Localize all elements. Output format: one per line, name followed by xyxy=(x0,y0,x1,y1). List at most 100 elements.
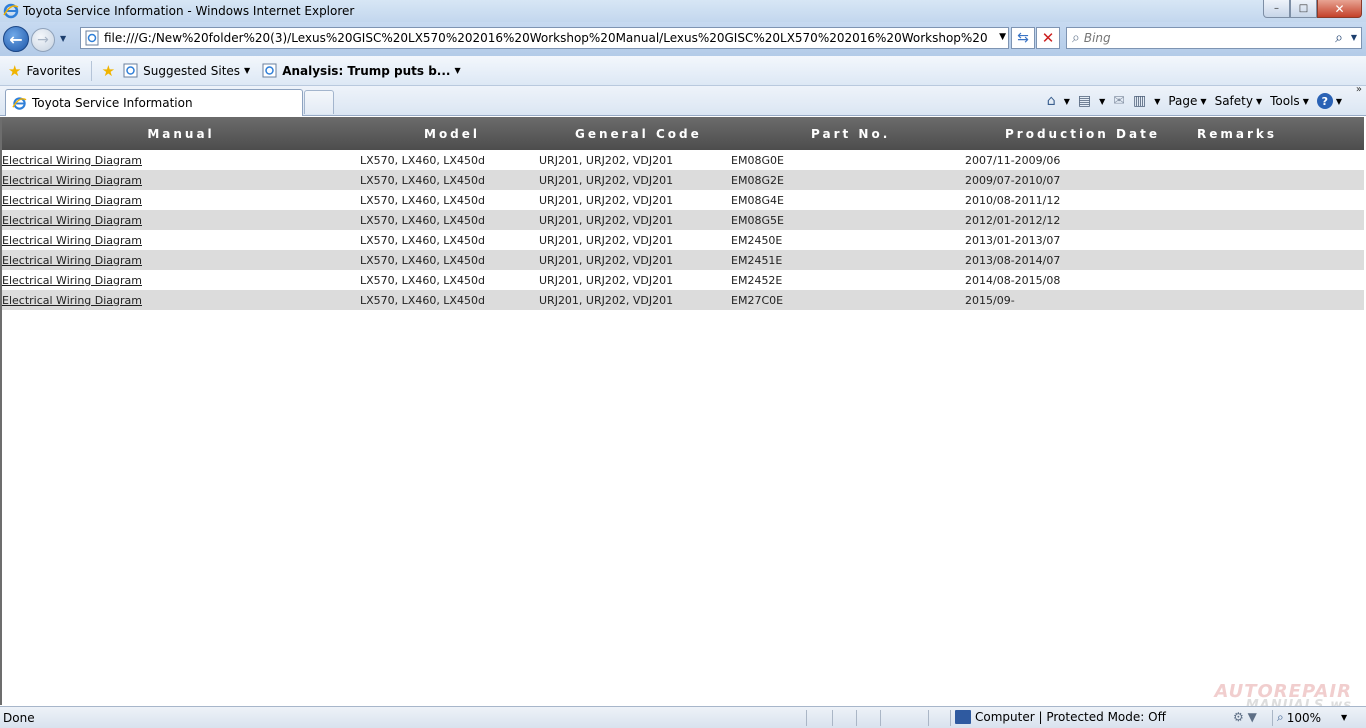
manual-link[interactable]: Electrical Wiring Diagram xyxy=(2,274,142,287)
manual-link[interactable]: Electrical Wiring Diagram xyxy=(2,294,142,307)
favorites-bar: ★ Favorites ★ Suggested Sites ▼ Analysis… xyxy=(0,56,1366,86)
tools-menu-label: Tools xyxy=(1270,94,1300,108)
rss-icon: ▤ xyxy=(1077,93,1092,109)
recent-pages-dropdown-icon[interactable]: ▼ xyxy=(60,34,66,43)
part-no-cell: EM2450E xyxy=(731,233,783,247)
manuals-table: Manual Model General Code Part No. Produ… xyxy=(2,117,1364,310)
manual-cell: Electrical Wiring Diagram xyxy=(2,270,360,290)
manual-link[interactable]: Electrical Wiring Diagram xyxy=(2,214,142,227)
maximize-button[interactable]: □ xyxy=(1290,0,1317,18)
safety-menu[interactable]: Safety ▼ xyxy=(1215,94,1263,108)
table-row: Electrical Wiring Diagram LX570, LX460, L… xyxy=(2,170,1364,190)
zoom-control[interactable]: ⌕ 100% ▼ xyxy=(1277,710,1347,725)
column-header-production-date: Production Date xyxy=(1005,126,1160,141)
production-date-cell: 2010/08-2011/12 xyxy=(965,193,1061,207)
stop-icon[interactable]: ✕ xyxy=(1036,27,1060,49)
model-cell: LX570, LX460, LX450d xyxy=(360,233,485,247)
favorites-label: Favorites xyxy=(26,63,81,78)
navigation-bar: ← → ▼ file:///G:/New%20folder%20(3)/Lexu… xyxy=(0,22,1366,56)
read-mail-button[interactable]: ✉ xyxy=(1113,93,1125,109)
production-date-cell: 2012/01-2012/12 xyxy=(965,213,1061,227)
home-button[interactable]: ⌂ ▼ xyxy=(1047,93,1070,109)
ie-page-icon xyxy=(262,63,277,78)
chevron-down-icon: ▼ xyxy=(1200,96,1207,106)
status-separator xyxy=(928,710,929,726)
table-row: Electrical Wiring Diagram LX570, LX460, L… xyxy=(2,150,1364,170)
tab-row: Toyota Service Information ⌂ ▼ ▤ ▼ ✉ ▥ ▼… xyxy=(0,84,1366,116)
address-url[interactable]: file:///G:/New%20folder%20(3)/Lexus%20GI… xyxy=(104,31,987,45)
table-row: Electrical Wiring Diagram LX570, LX460, L… xyxy=(2,230,1364,250)
forward-arrow-icon[interactable]: → xyxy=(31,28,55,52)
search-box[interactable]: ⌕ ⌕ ▼ xyxy=(1066,27,1362,49)
remarks-cell xyxy=(1187,210,1364,230)
chevron-down-icon: ▼ xyxy=(454,66,461,75)
help-icon: ? xyxy=(1316,93,1333,109)
mail-icon: ✉ xyxy=(1113,93,1125,109)
remarks-cell xyxy=(1187,270,1364,290)
search-options-dropdown-icon[interactable]: ▼ xyxy=(1351,33,1357,42)
print-button[interactable]: ▥ ▼ xyxy=(1133,93,1160,109)
suggested-sites-link[interactable]: Suggested Sites ▼ xyxy=(119,60,254,82)
production-date-cell: 2013/08-2014/07 xyxy=(965,253,1061,267)
manual-cell: Electrical Wiring Diagram xyxy=(2,170,360,190)
part-no-cell: EM08G2E xyxy=(731,173,784,187)
address-dropdown-icon[interactable]: ▼ xyxy=(999,32,1006,42)
web-slice-link[interactable]: Analysis: Trump puts b... ▼ xyxy=(258,60,464,82)
remarks-cell xyxy=(1187,290,1364,310)
help-menu[interactable]: ? ▼ xyxy=(1316,93,1342,109)
refresh-icon[interactable]: ⇆ xyxy=(1011,27,1035,49)
chevron-down-icon: ▼ xyxy=(1099,96,1106,106)
remarks-cell xyxy=(1187,190,1364,210)
add-favorite-star-icon: ★ xyxy=(101,61,116,80)
manual-link[interactable]: Electrical Wiring Diagram xyxy=(2,234,142,247)
security-status-icon[interactable]: ⚙ ▼ xyxy=(1233,710,1257,724)
add-to-favorites-button[interactable]: ★ xyxy=(98,60,119,82)
status-separator xyxy=(856,710,857,726)
search-icon: ⌕ xyxy=(1072,30,1080,46)
general-code-cell: URJ201, URJ202, VDJ201 xyxy=(539,273,674,287)
back-arrow-icon[interactable]: ← xyxy=(3,26,29,52)
chevron-down-icon: ▼ xyxy=(1302,96,1309,106)
model-cell: LX570, LX460, LX450d xyxy=(360,173,485,187)
new-tab-button[interactable] xyxy=(304,90,334,114)
general-code-cell: URJ201, URJ202, VDJ201 xyxy=(539,173,674,187)
manual-cell: Electrical Wiring Diagram xyxy=(2,230,360,250)
safety-menu-label: Safety xyxy=(1214,94,1253,108)
manual-link[interactable]: Electrical Wiring Diagram xyxy=(2,154,142,167)
manual-cell: Electrical Wiring Diagram xyxy=(2,150,360,170)
zoom-level: 100% xyxy=(1286,710,1322,725)
status-separator xyxy=(1272,710,1273,726)
production-date-cell: 2014/08-2015/08 xyxy=(965,273,1061,287)
close-button[interactable]: ✕ xyxy=(1317,0,1362,18)
address-bar[interactable]: file:///G:/New%20folder%20(3)/Lexus%20GI… xyxy=(80,27,1009,49)
general-code-cell: URJ201, URJ202, VDJ201 xyxy=(539,233,674,247)
part-no-cell: EM2451E xyxy=(731,253,783,267)
tab-toyota-service-information[interactable]: Toyota Service Information xyxy=(5,89,303,116)
feeds-button[interactable]: ▤ ▼ xyxy=(1078,93,1105,109)
window-title-bar: Toyota Service Information - Windows Int… xyxy=(0,0,1366,22)
manual-link[interactable]: Electrical Wiring Diagram xyxy=(2,254,142,267)
page-menu[interactable]: Page ▼ xyxy=(1168,94,1206,108)
security-zone[interactable]: Computer | Protected Mode: Off xyxy=(955,710,1166,724)
favorites-button[interactable]: ★ Favorites xyxy=(4,60,85,82)
search-input[interactable] xyxy=(1083,31,1314,45)
model-cell: LX570, LX460, LX450d xyxy=(360,153,485,167)
general-code-cell: URJ201, URJ202, VDJ201 xyxy=(539,213,674,227)
manual-link[interactable]: Electrical Wiring Diagram xyxy=(2,174,142,187)
more-commands-chevron-icon[interactable]: » xyxy=(1356,84,1362,95)
chevron-down-icon: ▼ xyxy=(1341,713,1348,722)
search-go-icon[interactable]: ⌕ xyxy=(1335,30,1343,46)
production-date-cell: 2007/11-2009/06 xyxy=(965,153,1061,167)
tools-menu[interactable]: Tools ▼ xyxy=(1270,94,1309,108)
favorites-separator xyxy=(90,60,92,81)
chevron-down-icon: ▼ xyxy=(1335,96,1342,106)
status-separator xyxy=(806,710,807,726)
model-cell: LX570, LX460, LX450d xyxy=(360,293,485,307)
table-header-row: Manual Model General Code Part No. Produ… xyxy=(2,117,1364,150)
production-date-cell: 2013/01-2013/07 xyxy=(965,233,1061,247)
page-icon xyxy=(85,30,99,46)
window-title: Toyota Service Information - Windows Int… xyxy=(23,4,355,18)
minimize-button[interactable]: – xyxy=(1263,0,1290,18)
manual-link[interactable]: Electrical Wiring Diagram xyxy=(2,194,142,207)
part-no-cell: EM08G5E xyxy=(731,213,784,227)
